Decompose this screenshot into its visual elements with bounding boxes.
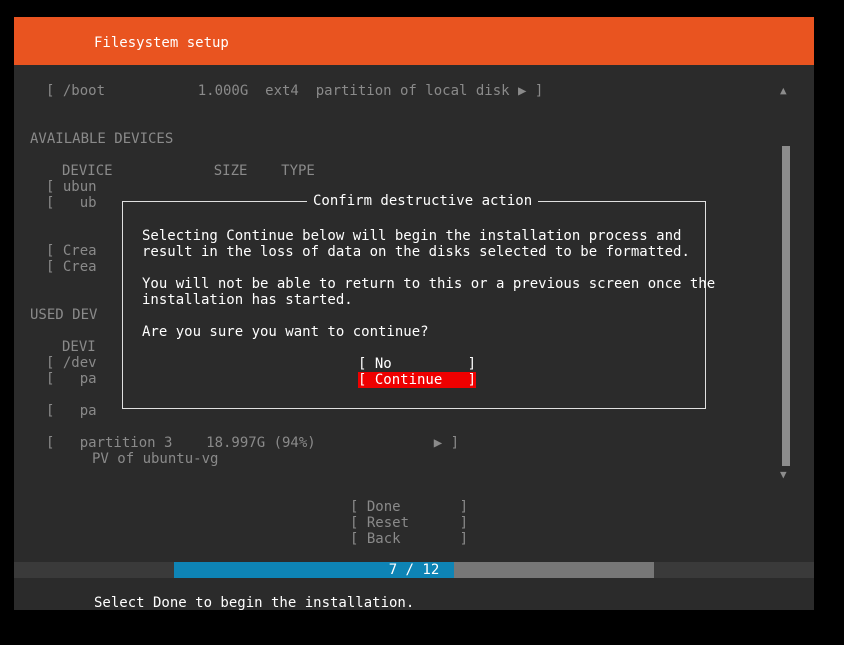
used-device-row[interactable]: [ pa (46, 403, 97, 419)
used-device-row[interactable]: [ pa (46, 371, 97, 387)
reset-button[interactable]: [ Reset ] (350, 515, 468, 531)
used-devices-heading: USED DEV (30, 307, 98, 323)
progress-text: 7 / 12 (388, 562, 440, 578)
back-button[interactable]: [ Back ] (350, 531, 468, 547)
page-title: Filesystem setup (94, 35, 229, 51)
create-action-row[interactable]: [ Crea (46, 243, 97, 259)
footer-hint: Select Done to begin the installation. (94, 595, 415, 610)
dialog-message-line: Selecting Continue below will begin the … (142, 228, 682, 244)
available-devices-heading: AVAILABLE DEVICES (30, 131, 174, 147)
scrollbar[interactable] (782, 146, 790, 466)
used-device-row[interactable]: [ /dev (46, 355, 97, 371)
done-button[interactable]: [ Done ] (350, 499, 468, 515)
available-device-row[interactable]: [ ub (46, 195, 97, 211)
boot-partition-row[interactable]: [ /boot 1.000G ext4 partition of local d… (46, 83, 543, 99)
dialog-title: Confirm destructive action (307, 193, 539, 209)
partition-3-row[interactable]: [ partition 3 18.997G (94%) ▶ ] (46, 435, 459, 451)
dialog-message-line: You will not be able to return to this o… (142, 276, 716, 292)
scroll-down-arrow-icon[interactable]: ▼ (780, 467, 787, 483)
continue-button[interactable]: [ Continue ] (358, 372, 477, 388)
header-bar: Filesystem setup (14, 17, 814, 65)
dialog-message-line: result in the loss of data on the disks … (142, 244, 690, 260)
create-action-row[interactable]: [ Crea (46, 259, 97, 275)
scroll-up-arrow-icon[interactable]: ▲ (780, 83, 787, 99)
no-button[interactable]: [ No ] (358, 356, 476, 372)
installer-screen: Filesystem setup [ /boot 1.000G ext4 par… (14, 17, 814, 610)
partition-3-subtitle: PV of ubuntu-vg (92, 451, 219, 467)
dialog-message-line: installation has started. (142, 292, 353, 308)
progress-bar: 7 / 12 (14, 562, 814, 578)
confirm-dialog: Confirm destructive action Selecting Con… (122, 193, 715, 409)
dialog-question: Are you sure you want to continue? (142, 324, 429, 340)
available-device-row[interactable]: [ ubun (46, 179, 97, 195)
available-devices-columns: DEVICE SIZE TYPE (62, 163, 315, 179)
used-devices-columns: DEVI (62, 339, 96, 355)
